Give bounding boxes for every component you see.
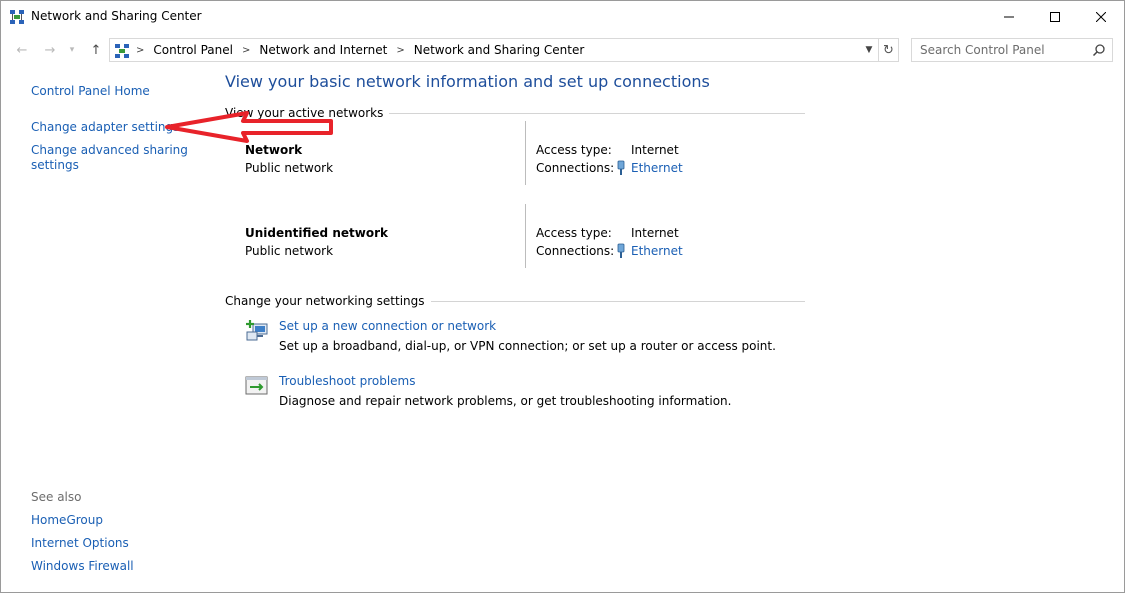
internet-options-link[interactable]: Internet Options	[31, 536, 129, 551]
access-type-label: Access type:	[536, 143, 612, 157]
setup-connection-link[interactable]: Set up a new connection or network	[279, 319, 496, 333]
network-type-link[interactable]: Public network	[245, 244, 333, 258]
windows-firewall-link[interactable]: Windows Firewall	[31, 559, 134, 574]
window-title: Network and Sharing Center	[31, 9, 202, 23]
minimize-button[interactable]	[986, 1, 1032, 32]
access-type-value: Internet	[631, 226, 679, 240]
search-placeholder: Search Control Panel	[920, 43, 1045, 57]
breadcrumb-network-and-internet[interactable]: Network and Internet	[259, 43, 387, 57]
access-type-label: Access type:	[536, 226, 612, 240]
task-setup-connection: Set up a new connection or network Set u…	[245, 319, 805, 359]
up-button[interactable]: ↑	[87, 41, 105, 59]
recent-locations-button[interactable]: ▾	[65, 41, 79, 59]
network-divider	[525, 204, 526, 268]
ethernet-connection-link[interactable]: Ethernet	[631, 244, 683, 258]
navigation-bar: ← → ▾ ↑ > Control Panel > Network and In…	[1, 35, 1124, 65]
minimize-icon	[1004, 16, 1014, 17]
task-troubleshoot: Troubleshoot problems Diagnose and repai…	[245, 374, 805, 414]
network-divider	[525, 121, 526, 185]
address-bar[interactable]: > Control Panel > Network and Internet >…	[109, 38, 899, 62]
control-panel-icon	[115, 44, 129, 58]
window: Network and Sharing Center ← → ▾ ↑ > Con…	[0, 0, 1125, 593]
ethernet-connection-link[interactable]: Ethernet	[631, 161, 683, 175]
change-settings-label: Change your networking settings	[225, 294, 425, 308]
breadcrumb-separator-icon[interactable]: >	[242, 45, 250, 56]
change-settings-heading: Change your networking settings	[225, 294, 805, 308]
breadcrumb-separator-icon[interactable]: >	[396, 45, 404, 56]
arrow-left-icon: ←	[16, 42, 28, 58]
setup-connection-description: Set up a broadband, dial-up, or VPN conn…	[279, 339, 776, 353]
forward-button[interactable]: →	[41, 41, 59, 59]
network-center-icon	[10, 10, 24, 24]
troubleshoot-problems-link[interactable]: Troubleshoot problems	[279, 374, 415, 388]
change-adapter-settings-link[interactable]: Change adapter settings	[31, 120, 179, 135]
section-divider	[430, 300, 805, 302]
network-entry: Network Public network Access type: Inte…	[245, 121, 805, 209]
section-divider	[389, 112, 805, 114]
search-input[interactable]: Search Control Panel	[911, 38, 1113, 62]
network-entry: Unidentified network Public network Acce…	[245, 204, 805, 292]
maximize-icon	[1050, 11, 1060, 22]
back-button[interactable]: ←	[13, 41, 31, 59]
close-button[interactable]	[1078, 1, 1124, 32]
breadcrumb-separator-icon[interactable]: >	[136, 45, 144, 56]
troubleshoot-icon	[245, 376, 268, 395]
breadcrumb: > Control Panel > Network and Internet >…	[136, 43, 584, 57]
homegroup-link[interactable]: HomeGroup	[31, 513, 103, 528]
network-type-link[interactable]: Public network	[245, 161, 333, 175]
ethernet-icon	[617, 243, 625, 258]
see-also-heading: See also	[31, 490, 82, 504]
breadcrumb-control-panel[interactable]: Control Panel	[153, 43, 233, 57]
breadcrumb-network-and-sharing-center[interactable]: Network and Sharing Center	[414, 43, 585, 57]
chevron-down-icon: ▼	[865, 45, 873, 55]
ethernet-icon	[617, 160, 625, 175]
connections-label: Connections:	[536, 161, 615, 175]
arrow-up-icon: ↑	[90, 42, 102, 58]
control-panel-home-link[interactable]: Control Panel Home	[31, 84, 150, 99]
search-icon	[1092, 44, 1105, 57]
connections-label: Connections:	[536, 244, 615, 258]
access-type-value: Internet	[631, 143, 679, 157]
new-connection-icon	[246, 320, 268, 341]
annotation-arrow-icon	[165, 111, 333, 143]
arrow-right-icon: →	[44, 42, 56, 58]
change-advanced-sharing-line2[interactable]: settings	[31, 158, 188, 173]
close-icon	[1096, 11, 1106, 22]
chevron-down-icon: ▾	[69, 45, 75, 55]
network-name: Unidentified network	[245, 226, 388, 240]
refresh-icon: ↻	[883, 42, 894, 58]
address-dropdown-button[interactable]: ▼	[860, 39, 878, 61]
maximize-button[interactable]	[1032, 1, 1078, 32]
troubleshoot-description: Diagnose and repair network problems, or…	[279, 394, 732, 408]
refresh-button[interactable]: ↻	[878, 39, 898, 61]
page-title: View your basic network information and …	[225, 72, 710, 91]
title-bar: Network and Sharing Center	[1, 1, 1124, 32]
